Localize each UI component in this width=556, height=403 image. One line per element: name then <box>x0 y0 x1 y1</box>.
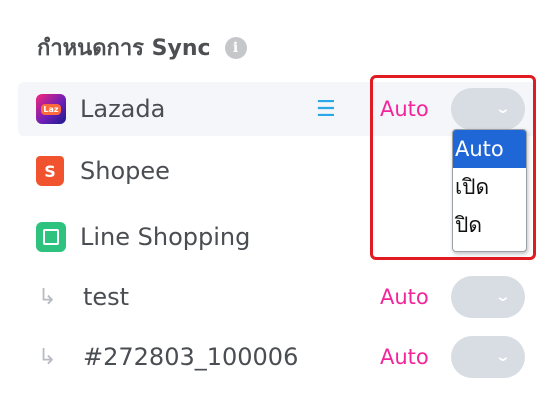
sub-shop-name: #272803_100006 <box>83 343 299 371</box>
sync-mode-dropdown-menu: Auto เปิด ปิด <box>452 129 527 252</box>
dropdown-option-on[interactable]: เปิด <box>453 168 526 206</box>
sync-mode-dropdown-toggle[interactable]: ⌄ <box>451 336 525 378</box>
subitem-arrow-icon: ↳ <box>38 344 57 370</box>
sync-mode-value: Auto <box>380 345 429 369</box>
sub-shop-name: test <box>83 283 130 311</box>
dropdown-option-auto[interactable]: Auto <box>453 130 526 168</box>
list-icon[interactable]: ☰ <box>316 97 336 122</box>
sync-mode-value: Auto <box>380 285 429 309</box>
chevron-down-icon: ⌄ <box>494 349 512 365</box>
channel-name: Shopee <box>80 157 170 185</box>
shopee-logo-icon: S <box>36 156 64 186</box>
sub-shop-row-272803: ↳ #272803_100006 Auto ⌄ <box>18 330 536 384</box>
sync-mode-dropdown-toggle[interactable]: ⌄ <box>451 276 525 318</box>
channel-name: Line Shopping <box>80 223 251 251</box>
info-icon[interactable]: i <box>224 36 247 59</box>
section-title-row: กำหนดการ Sync i <box>37 30 247 65</box>
sub-shop-row-test: ↳ test Auto ⌄ <box>18 270 536 324</box>
lazada-logo-icon: Laz <box>36 94 66 124</box>
section-title: กำหนดการ Sync <box>37 36 211 61</box>
line-shopping-logo-icon <box>36 222 66 252</box>
subitem-arrow-icon: ↳ <box>38 284 57 310</box>
chevron-down-icon: ⌄ <box>494 289 512 305</box>
channel-name: Lazada <box>80 95 166 123</box>
dropdown-option-off[interactable]: ปิด <box>453 206 526 244</box>
